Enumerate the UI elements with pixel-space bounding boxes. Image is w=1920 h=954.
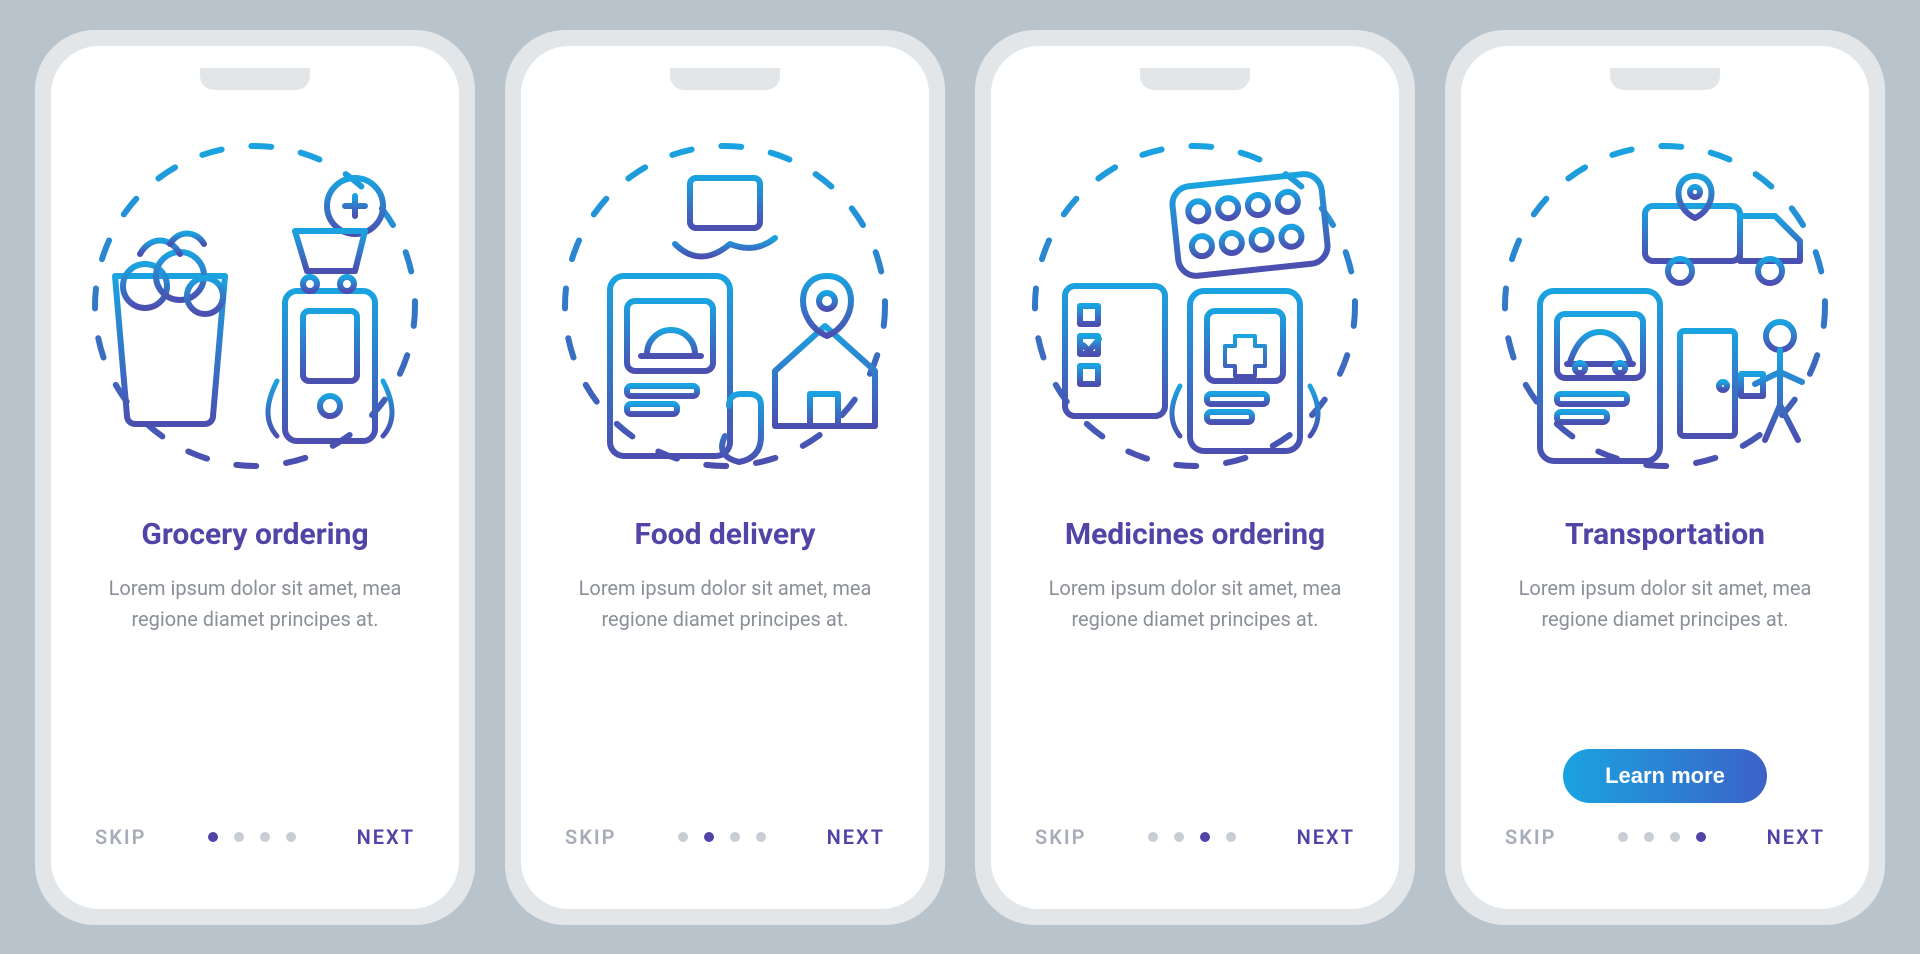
dot[interactable] [704, 832, 714, 842]
onboarding-screen-grocery: Grocery ordering Lorem ipsum dolor sit a… [51, 46, 459, 909]
screen-body: Lorem ipsum dolor sit amet, mea regione … [1031, 573, 1359, 635]
dot[interactable] [260, 832, 270, 842]
dot[interactable] [1618, 832, 1628, 842]
grocery-icon [85, 136, 425, 476]
dot[interactable] [208, 832, 218, 842]
skip-button[interactable]: SKIP [565, 825, 616, 849]
screen-title: Transportation [1565, 516, 1765, 554]
dot[interactable] [286, 832, 296, 842]
onboarding-carousel: Grocery ordering Lorem ipsum dolor sit a… [35, 30, 1885, 925]
phone-frame: Food delivery Lorem ipsum dolor sit amet… [505, 30, 945, 925]
dot[interactable] [1148, 832, 1158, 842]
screen-title: Medicines ordering [1065, 516, 1325, 554]
onboarding-nav: SKIP NEXT [561, 825, 889, 849]
page-dots [208, 832, 296, 842]
next-button[interactable]: NEXT [1297, 825, 1355, 849]
phone-frame: Transportation Lorem ipsum dolor sit ame… [1445, 30, 1885, 925]
skip-button[interactable]: SKIP [95, 825, 146, 849]
dot[interactable] [1226, 832, 1236, 842]
skip-button[interactable]: SKIP [1505, 825, 1556, 849]
page-dots [1618, 832, 1706, 842]
dot[interactable] [678, 832, 688, 842]
transport-icon [1495, 136, 1835, 476]
phone-frame: Grocery ordering Lorem ipsum dolor sit a… [35, 30, 475, 925]
dot[interactable] [1670, 832, 1680, 842]
next-button[interactable]: NEXT [1767, 825, 1825, 849]
onboarding-screen-transport: Transportation Lorem ipsum dolor sit ame… [1461, 46, 1869, 909]
screen-title: Food delivery [635, 516, 816, 554]
learn-more-button[interactable]: Learn more [1563, 749, 1767, 803]
onboarding-nav: SKIP NEXT [91, 825, 419, 849]
dot[interactable] [1644, 832, 1654, 842]
dot[interactable] [756, 832, 766, 842]
screen-body: Lorem ipsum dolor sit amet, mea regione … [561, 573, 889, 635]
onboarding-screen-medicine: Medicines ordering Lorem ipsum dolor sit… [991, 46, 1399, 909]
food-icon [555, 136, 895, 476]
onboarding-nav: SKIP NEXT [1501, 825, 1829, 849]
dot[interactable] [1174, 832, 1184, 842]
next-button[interactable]: NEXT [827, 825, 885, 849]
skip-button[interactable]: SKIP [1035, 825, 1086, 849]
dot[interactable] [234, 832, 244, 842]
screen-body: Lorem ipsum dolor sit amet, mea regione … [91, 573, 419, 635]
page-dots [678, 832, 766, 842]
onboarding-nav: SKIP NEXT [1031, 825, 1359, 849]
next-button[interactable]: NEXT [357, 825, 415, 849]
onboarding-screen-food: Food delivery Lorem ipsum dolor sit amet… [521, 46, 929, 909]
medicine-icon [1025, 136, 1365, 476]
page-dots [1148, 832, 1236, 842]
dot[interactable] [1696, 832, 1706, 842]
dot[interactable] [730, 832, 740, 842]
screen-title: Grocery ordering [141, 516, 368, 554]
phone-frame: Medicines ordering Lorem ipsum dolor sit… [975, 30, 1415, 925]
screen-body: Lorem ipsum dolor sit amet, mea regione … [1501, 573, 1829, 635]
dot[interactable] [1200, 832, 1210, 842]
